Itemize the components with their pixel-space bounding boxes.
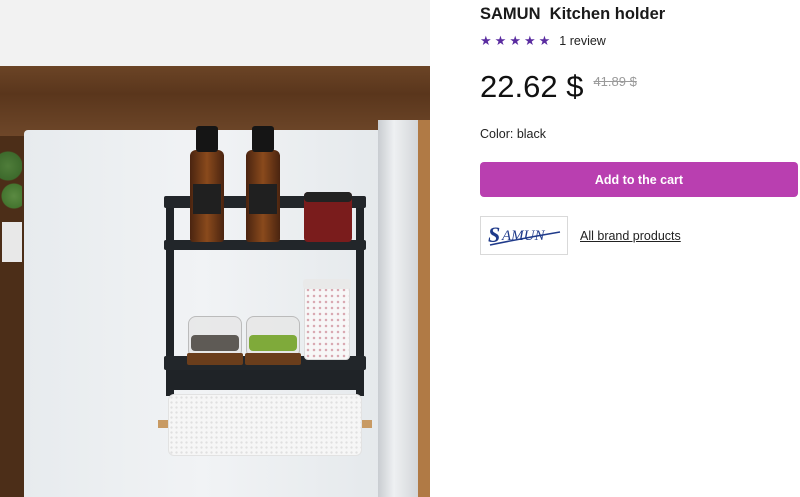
old-price: 41.89 $ [593, 74, 637, 89]
fridge-edge [378, 120, 418, 497]
sauce-bottle [190, 126, 224, 242]
color-label: Color: black [480, 127, 546, 141]
star-icon: ★ [523, 33, 536, 48]
star-icon: ★ [509, 33, 521, 48]
product-brand: SAMUN [480, 5, 541, 23]
add-to-cart-button[interactable]: Add to the cart [480, 162, 798, 197]
spice-jar [187, 316, 243, 365]
wall [0, 0, 430, 70]
plant-pot [2, 222, 22, 262]
rating[interactable]: ★ ★ ★ ★ ★ 1 review [480, 33, 606, 49]
rack-hanger [172, 370, 358, 390]
review-count[interactable]: 1 review [559, 34, 606, 48]
star-icon: ★ [538, 33, 551, 48]
all-brand-products-link[interactable]: All brand products [580, 229, 681, 243]
wood-right [418, 120, 430, 497]
star-icon: ★ [494, 33, 507, 48]
samun-logo-icon: S AMUN [488, 222, 561, 247]
spice-jar [245, 316, 301, 365]
brand-logo[interactable]: S AMUN [480, 216, 568, 255]
canister [303, 279, 351, 360]
sauce-bottle [246, 126, 280, 242]
product-title: SAMUN Kitchen holder [480, 5, 665, 24]
plant [0, 136, 22, 226]
price-block: 22.62 $ 41.89 $ [480, 68, 637, 106]
star-icon: ★ [480, 33, 492, 48]
current-price: 22.62 $ [480, 69, 584, 104]
paper-towel-roll [168, 394, 362, 456]
tin-can [304, 192, 352, 242]
product-name: Kitchen holder [549, 5, 666, 23]
product-image[interactable] [0, 0, 430, 497]
